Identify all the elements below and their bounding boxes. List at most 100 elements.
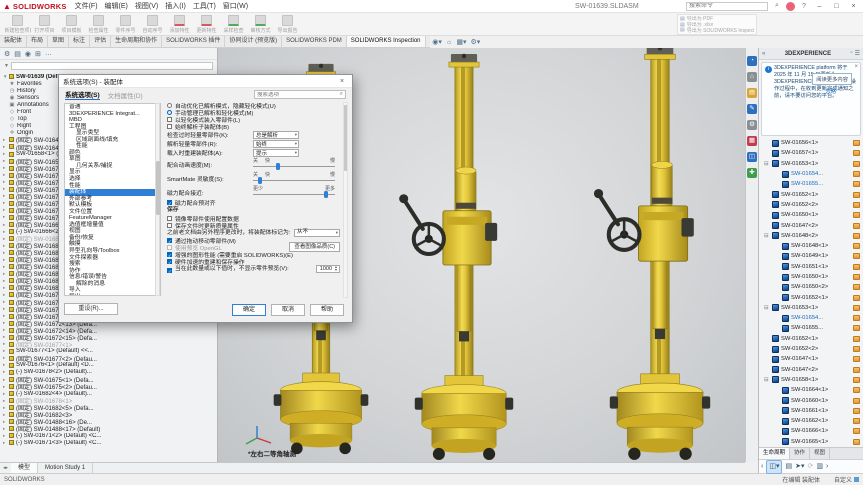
component-row[interactable]: ▸ SW-01676<1> (Default) <D... — [0, 362, 217, 369]
session-component-row[interactable]: SW-01654... — [759, 169, 863, 179]
select-rebuild-on-load[interactable]: 提示 ▾ — [253, 148, 299, 157]
session-component-row[interactable]: ⊟ SW-01648<2> — [759, 231, 863, 241]
options-search-input[interactable] — [255, 91, 340, 98]
featuremanager-tab-icon[interactable]: ◉ — [25, 50, 31, 58]
bottom-tab[interactable]: Motion Study 1 — [38, 463, 94, 473]
panel-menu-icon[interactable]: ☰ — [855, 50, 860, 57]
reset-button[interactable]: 重设(R)... — [64, 303, 118, 315]
featuremanager-tab-icon[interactable]: ⚙ — [4, 50, 10, 58]
expand-arrow-icon[interactable]: ▸ — [3, 412, 7, 418]
radio-manual-manage[interactable] — [167, 110, 172, 116]
footer-tool-icon[interactable]: ‹ — [761, 461, 763, 473]
component-row[interactable]: ▸ (固定) SW-01675<2> (Defau... — [0, 383, 217, 392]
ribbon-button[interactable]: 自动序号 — [139, 14, 166, 34]
expand-arrow-icon[interactable]: ▸ — [3, 271, 7, 277]
session-component-row[interactable]: ⊟ SW-01653<1> — [759, 159, 863, 169]
command-tab[interactable]: 评估 — [90, 36, 112, 47]
dismiss-link[interactable]: 忽略 — [825, 87, 836, 95]
expand-arrow-icon[interactable]: ▸ — [3, 144, 7, 150]
task-pane-icon[interactable]: ⚙ — [747, 120, 757, 130]
panel-tab[interactable]: 生命周期 — [759, 448, 791, 459]
expand-arrow-icon[interactable]: ▸ — [3, 172, 7, 178]
expand-arrow-icon[interactable]: ▸ — [3, 391, 7, 397]
checkbox-resolve-subassemblies[interactable] — [167, 124, 172, 130]
expand-arrow-icon[interactable]: ▸ — [3, 278, 7, 284]
session-component-row[interactable]: SW-01664<1> — [759, 385, 863, 395]
dialog-title-bar[interactable]: 系统选项(S) - 装配体 × — [59, 75, 352, 88]
session-component-row[interactable]: SW-01652<2> — [759, 200, 863, 210]
expand-arrow-icon[interactable]: ▸ — [3, 292, 7, 298]
close-button[interactable]: × — [847, 1, 860, 12]
panel-tab[interactable]: 视图 — [810, 448, 831, 459]
command-tab[interactable]: SOLIDWORKS 插件 — [162, 36, 226, 47]
expand-arrow-icon[interactable]: ▸ — [3, 320, 7, 326]
cancel-button[interactable]: 取消 — [271, 304, 305, 316]
collapse-node-icon[interactable]: ⊟ — [764, 377, 770, 383]
session-component-row[interactable]: SW-01660<1> — [759, 395, 863, 405]
ribbon-button[interactable]: 零件序号 — [112, 14, 139, 34]
help-button[interactable]: 帮助 — [310, 304, 344, 316]
ok-button[interactable]: 确定 — [232, 304, 266, 316]
ribbon-button[interactable]: 项目模板 — [58, 14, 85, 34]
checkbox-opengl[interactable] — [167, 244, 172, 250]
task-pane-icon[interactable]: ⌂ — [747, 72, 757, 82]
expand-arrow-icon[interactable]: ▸ — [3, 236, 7, 242]
select-check-stale[interactable]: 总是解析 ▾ — [253, 130, 299, 139]
menu-item[interactable]: 插入(I) — [165, 1, 186, 11]
expand-arrow-icon[interactable]: ▸ — [3, 433, 7, 439]
ribbon-button[interactable]: 添加特性 — [166, 14, 193, 34]
checkbox-move-by-drag[interactable]: ✓ — [167, 237, 172, 244]
ribbon-button[interactable]: 采样检查 — [220, 14, 247, 34]
expand-arrow-icon[interactable]: ▸ — [3, 151, 7, 157]
smartmate-sensitivity-slider[interactable]: 关快慢 — [253, 171, 335, 185]
footer-tool-icon[interactable]: ◫▾ — [766, 459, 783, 474]
read-more-button[interactable]: 阅读更多内容 — [812, 73, 852, 85]
tab-system-options[interactable]: 系统选项(S) — [65, 89, 100, 100]
footer-tool-icon[interactable]: ▤ — [785, 461, 792, 473]
tree-filter-input[interactable] — [10, 61, 213, 70]
footer-tool-icon[interactable]: ➤▾ — [795, 461, 804, 473]
menu-item[interactable]: 工具(T) — [193, 1, 216, 11]
session-component-row[interactable]: SW-01649<1> — [759, 251, 863, 261]
checkbox-hide-parts-threshold[interactable]: ✓ — [167, 268, 172, 274]
expand-arrow-icon[interactable]: ▸ — [3, 243, 7, 249]
ribbon-button[interactable]: 新建检查项目 — [4, 14, 31, 34]
footer-tool-icon[interactable]: › — [826, 461, 828, 473]
select-mark-stale[interactable]: 从不 ▾ — [294, 228, 340, 237]
collapse-node-icon[interactable]: ⊟ — [764, 233, 770, 239]
panel-tab[interactable]: 协作 — [790, 448, 811, 459]
menu-item[interactable]: 窗口(W) — [223, 1, 248, 11]
customize-menu[interactable]: 自定义 — [834, 475, 859, 484]
expand-arrow-icon[interactable]: ▸ — [3, 285, 7, 291]
options-category[interactable]: 导出 — [65, 294, 160, 295]
expand-arrow-icon[interactable]: ▸ — [3, 200, 7, 206]
view-tool-icon[interactable]: ⚙▾ — [470, 37, 480, 48]
expand-arrow-icon[interactable]: ▸ — [3, 186, 7, 192]
expand-arrow-icon[interactable]: ▸ — [3, 179, 7, 185]
session-component-row[interactable]: SW-01648<1> — [759, 241, 863, 251]
command-tab[interactable]: 协同设计 (预览版) — [225, 36, 283, 47]
session-component-row[interactable]: SW-01661<1> — [759, 406, 863, 416]
view-tool-icon[interactable]: ▦▾ — [456, 37, 466, 48]
menu-item[interactable]: 编辑(E) — [105, 1, 128, 11]
dialog-content-scrollbar[interactable] — [343, 102, 348, 298]
session-component-row[interactable]: SW-01652<1> — [759, 292, 863, 302]
user-avatar[interactable] — [786, 1, 795, 11]
command-tab[interactable]: 装配体 — [0, 36, 28, 47]
command-search-input[interactable] — [686, 1, 768, 11]
component-row[interactable]: ▸ (-) SW-01671<3> (Default) <C... — [0, 439, 217, 446]
expand-arrow-icon[interactable]: ▸ — [3, 419, 7, 425]
expand-arrow-icon[interactable]: ▸ — [3, 426, 7, 432]
ribbon-button[interactable]: 导出报告 — [274, 14, 301, 34]
footer-tool-icon[interactable]: ▥ — [816, 461, 823, 473]
maximize-button[interactable]: □ — [830, 1, 843, 12]
ribbon-button[interactable]: 检查属性 — [85, 14, 112, 34]
view-tool-icon[interactable]: ☼ — [446, 37, 452, 48]
featuremanager-tab-icon[interactable]: ⊞ — [35, 50, 41, 58]
expand-arrow-icon[interactable]: ▸ — [3, 362, 7, 368]
collapse-panel-icon[interactable]: « — [762, 51, 765, 57]
session-component-row[interactable]: ⊟ SW-01653<1> — [759, 303, 863, 313]
expand-arrow-icon[interactable]: ▸ — [3, 214, 7, 220]
minimize-button[interactable]: – — [813, 1, 826, 12]
session-component-row[interactable]: ⊟ SW-01658<1> — [759, 375, 863, 385]
